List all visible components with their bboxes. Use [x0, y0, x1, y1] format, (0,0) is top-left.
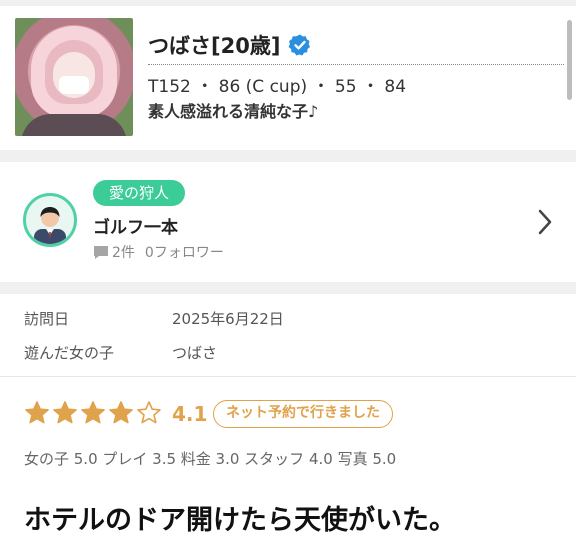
reviewer-post-count: 2件 [112, 245, 135, 261]
divider [0, 376, 576, 377]
rating-score: 4.1 [172, 402, 208, 426]
net-reservation-badge: ネット予約で行きました [213, 400, 393, 428]
reviewer-follower-count: 0フォロワー [144, 245, 224, 261]
chevron-right-icon[interactable] [536, 208, 554, 236]
girl-value: つばさ [172, 344, 218, 362]
reviewer-card[interactable]: 愛の狩人 ゴルフ一本 2件 0フォロワー [0, 162, 576, 282]
girl-name: つばさ[20歳] [148, 34, 281, 58]
review-detail-card: 訪問日 2025年6月22日 遊んだ女の子 つばさ 4.1 ネット予約で行きまし… [0, 294, 576, 546]
category-scores: 女の子 5.0 プレイ 3.5 料金 3.0 スタッフ 4.0 写真 5.0 [24, 450, 397, 468]
visit-date-label: 訪問日 [24, 310, 70, 328]
comment-icon [94, 245, 108, 259]
reviewer-rank-badge: 愛の狩人 [93, 180, 186, 206]
girl-label: 遊んだ女の子 [24, 344, 115, 362]
scrollbar[interactable] [567, 20, 572, 100]
star-filled-icon [53, 401, 77, 424]
visit-date-value: 2025年6月22日 [172, 310, 284, 328]
rating-stars [24, 400, 164, 425]
body-stats: T152 ・ 86 (C cup) ・ 55 ・ 84 [148, 77, 407, 97]
reviewer-avatar[interactable] [23, 193, 77, 247]
star-filled-icon [81, 401, 105, 424]
girl-profile-card[interactable]: つばさ[20歳] T152 ・ 86 (C cup) ・ 55 ・ 84 素人感… [0, 6, 576, 150]
star-empty-icon [137, 401, 161, 424]
person-icon [34, 207, 66, 244]
review-title: ホテルのドア開けたら天使がいた。 [24, 505, 456, 536]
name-underline [148, 64, 564, 65]
verified-check-icon [289, 34, 311, 56]
star-filled-icon [109, 401, 133, 424]
reviewer-name[interactable]: ゴルフ一本 [93, 213, 178, 238]
catchphrase: 素人感溢れる清純な子♪ [148, 102, 319, 121]
girl-photo[interactable] [15, 18, 133, 136]
star-filled-icon [25, 401, 49, 424]
